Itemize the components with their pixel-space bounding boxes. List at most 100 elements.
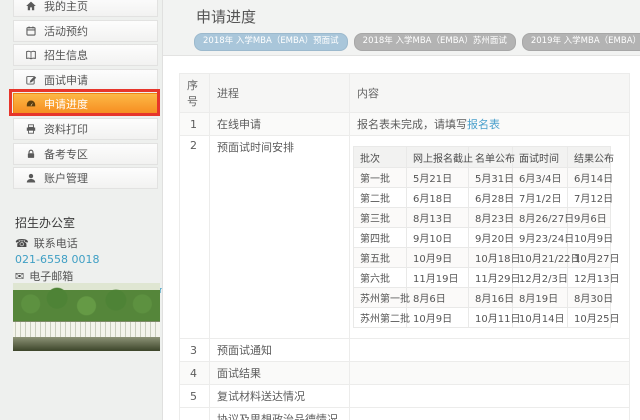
row-content	[349, 407, 630, 420]
calendar-icon	[26, 26, 36, 36]
schedule-cell: 8月19日	[512, 287, 568, 308]
schedule-cell: 第六批	[353, 267, 407, 288]
schedule-cell: 9月10日	[406, 227, 469, 248]
row-no: 3	[179, 338, 210, 362]
col-header-no: 序号	[179, 73, 210, 113]
tab-2019-mba-emba-pre-interview[interactable]: 2019年 入学MBA（EMBA）预面试	[521, 33, 640, 51]
sidebar: 我的主页 活动预约 招生信息 面试申请 申请进度 资料打印 备考专区 账户管理	[0, 0, 165, 420]
contact-email-label: 电子邮箱	[29, 270, 74, 283]
interview-schedule-table: 批次 网上报名截止 名单公布 面试时间 结果公布 第一批 5月21日 5月31日 6月…	[353, 146, 619, 328]
schedule-cell: 6月18日	[406, 187, 469, 208]
schedule-cell: 8月6日	[406, 287, 469, 308]
phone-icon: ☎	[15, 236, 29, 250]
row-process: 预面试时间安排	[209, 135, 350, 339]
schedule-cell: 6月14日	[567, 167, 613, 188]
book-icon	[26, 51, 36, 60]
schedule-cell: 9月6日	[567, 207, 611, 228]
schedule-cell: 9月20日	[468, 227, 514, 248]
tab-2018-mba-emba-pre-interview[interactable]: 2018年 入学MBA（EMBA）预面试	[194, 33, 348, 51]
schedule-cell: 12月13日	[567, 267, 619, 288]
contact-phone-label: 联系电话	[33, 237, 78, 250]
row-content: 批次 网上报名截止 名单公布 面试时间 结果公布 第一批 5月21日 5月31日 6月…	[349, 135, 630, 339]
table-header-row: 序号 进程 内容	[179, 73, 630, 113]
main-content: 申请进度 2018年 入学MBA（EMBA）预面试 2018年 入学MBA（EM…	[162, 0, 640, 420]
campus-photo	[13, 283, 160, 351]
schedule-cell: 第二批	[353, 187, 407, 208]
contact-phone-number: 021-6558 0018	[15, 253, 100, 266]
row-content: 报名表未完成，请填写报名表	[349, 112, 630, 136]
sidebar-item-label: 活动预约	[44, 24, 88, 38]
sidebar-menu: 我的主页 活动预约 招生信息 面试申请 申请进度 资料打印 备考专区 账户管理	[13, 0, 158, 192]
tab-2018-mba-emba-suzhou-interview[interactable]: 2018年 入学MBA（EMBA）苏州面试	[353, 33, 516, 51]
row-process: 在线申请	[209, 112, 350, 136]
printer-icon	[26, 124, 36, 134]
table-row-retest-materials: 5 复试材料送达情况	[179, 384, 630, 408]
row-no: 6	[179, 407, 210, 420]
schedule-cell: 第四批	[353, 227, 407, 248]
schedule-cell: 第一批	[353, 167, 407, 188]
sidebar-item-label: 我的主页	[44, 0, 88, 13]
schedule-cell: 10月14日	[512, 307, 568, 328]
schedule-col-batch: 批次	[353, 146, 407, 168]
form-status-text: 报名表未完成，请填写	[357, 118, 467, 131]
schedule-row: 第四批 9月10日 9月20日 9月23/24日 10月9日	[353, 227, 613, 248]
schedule-cell: 8月16日	[468, 287, 514, 308]
row-process: 协议及思想政治品德情况表送达情况	[209, 407, 350, 420]
sidebar-item-label: 账户管理	[44, 172, 88, 186]
sidebar-item-interview-application[interactable]: 面试申请	[13, 68, 158, 91]
progress-gauge-icon	[26, 100, 36, 107]
schedule-col-list-announced: 名单公布	[468, 146, 515, 168]
sidebar-item-label: 备考专区	[44, 147, 88, 161]
schedule-cell: 苏州第二批	[353, 307, 410, 328]
table-row-interview-result: 4 面试结果	[179, 361, 630, 385]
sidebar-item-label: 招生信息	[44, 49, 88, 63]
schedule-cell: 10月18日	[468, 247, 520, 268]
schedule-cell: 8月26/27日	[512, 207, 574, 228]
schedule-col-registration-deadline: 网上报名截止	[406, 146, 473, 168]
table-row-agreement-form: 6 协议及思想政治品德情况表送达情况	[179, 407, 630, 420]
row-content	[349, 384, 630, 408]
schedule-cell: 6月3/4日	[512, 167, 568, 188]
row-no: 2	[179, 135, 210, 339]
schedule-row: 第二批 6月18日 6月28日 7月1/2日 7月12日	[353, 187, 613, 208]
sidebar-item-activity-booking[interactable]: 活动预约	[13, 19, 158, 42]
sidebar-item-label: 资料打印	[44, 122, 88, 136]
schedule-row: 第六批 11月19日 11月29日 12月2/3日 12月13日	[353, 267, 619, 288]
sidebar-item-exam-prep[interactable]: 备考专区	[13, 142, 158, 165]
sidebar-item-material-printing[interactable]: 资料打印	[13, 117, 158, 140]
application-form-link[interactable]: 报名表	[467, 118, 500, 131]
schedule-row: 苏州第一批 8月6日 8月16日 8月19日 8月30日	[353, 287, 613, 308]
schedule-cell: 10月11日	[468, 307, 520, 328]
table-row-pre-interview-notice: 3 预面试通知	[179, 338, 630, 362]
schedule-cell: 10月9日	[567, 227, 613, 248]
schedule-header-row: 批次 网上报名截止 名单公布 面试时间 结果公布	[353, 146, 614, 168]
schedule-cell: 6月28日	[468, 187, 514, 208]
schedule-cell: 10月9日	[406, 247, 469, 268]
sidebar-item-my-home[interactable]: 我的主页	[13, 0, 158, 17]
schedule-cell: 苏州第一批	[353, 287, 410, 308]
schedule-cell: 8月13日	[406, 207, 469, 228]
schedule-cell: 11月19日	[406, 267, 469, 288]
page-title: 申请进度	[196, 8, 257, 26]
schedule-col-results-announced: 结果公布	[567, 146, 614, 168]
sidebar-item-admissions-info[interactable]: 招生信息	[13, 44, 158, 67]
row-content	[349, 361, 630, 385]
home-icon	[26, 1, 36, 11]
user-icon	[26, 174, 36, 183]
schedule-cell: 10月21/22日	[512, 247, 581, 268]
schedule-cell: 7月12日	[567, 187, 613, 208]
sidebar-item-application-progress[interactable]: 申请进度	[13, 93, 158, 116]
photo-people	[13, 321, 160, 338]
schedule-row: 第五批 10月9日 10月18日 10月21/22日 10月27日	[353, 247, 619, 268]
photo-ground	[13, 337, 160, 351]
row-content	[349, 338, 630, 362]
row-no: 1	[179, 112, 210, 136]
schedule-row: 苏州第二批 10月9日 10月11日 10月14日 10月25日	[353, 307, 619, 328]
sidebar-item-account-management[interactable]: 账户管理	[13, 167, 158, 190]
contact-office-title: 招生办公室	[15, 216, 76, 230]
schedule-cell: 10月9日	[406, 307, 469, 328]
schedule-row: 第三批 8月13日 8月23日 8月26/27日 9月6日	[353, 207, 611, 228]
schedule-cell: 8月23日	[468, 207, 514, 228]
contact-phone-row: ☎ 联系电话	[15, 235, 161, 251]
sidebar-item-label: 申请进度	[44, 98, 88, 112]
